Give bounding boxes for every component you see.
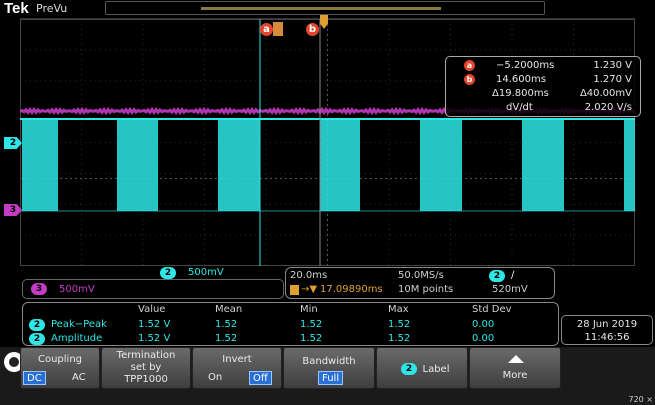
ch3-scale-badge[interactable]: 3 500mV <box>22 279 284 299</box>
cursor-a-badge: a <box>464 60 475 71</box>
row-name: Peak−Peak <box>51 319 107 330</box>
cursor-b-time: 14.600ms <box>496 74 546 85</box>
label-button[interactable]: 2 Label <box>376 347 468 389</box>
invert-label: Invert <box>222 354 252 365</box>
ch2-scale: 500mV <box>188 267 224 278</box>
date-text: 28 Jun 2019 <box>576 319 638 330</box>
row-max: 1.52 <box>388 319 411 330</box>
trigger-position-icon <box>273 22 283 36</box>
termination-button[interactable]: Termination set by TPP1000 <box>101 347 191 389</box>
invert-on-option[interactable]: On <box>205 371 225 385</box>
date-time-display[interactable]: 28 Jun 2019 11:46:56 <box>561 315 653 345</box>
invert-off-option[interactable]: Off <box>249 371 272 385</box>
delta-volt: Δ40.00mV <box>579 88 632 99</box>
delta-time: Δ19.800ms <box>492 88 549 99</box>
ch2-scale-badge[interactable]: 2 500mV <box>20 266 282 280</box>
chevron-up-icon <box>508 355 524 363</box>
sample-rate: 50.0MS/s <box>398 270 444 281</box>
record-view-bar[interactable] <box>105 1 545 15</box>
col-header-stddev: Std Dev <box>472 304 512 315</box>
row-value: 1.52 V <box>138 319 171 330</box>
coupling-ac-option[interactable]: AC <box>69 371 89 385</box>
row-ch-pill: 2 <box>29 319 45 331</box>
coupling-label: Coupling <box>37 354 83 365</box>
ch3-scale: 500mV <box>59 284 95 295</box>
cursor-b-volt: 1.270 V <box>593 74 632 85</box>
coupling-dc-option[interactable]: DC <box>23 371 46 385</box>
row-ch-pill: 2 <box>29 333 45 345</box>
invert-button[interactable]: Invert On Off <box>192 347 282 389</box>
row-min: 1.52 <box>300 319 323 330</box>
cursor-a-flag[interactable]: a <box>260 23 273 36</box>
row-max: 1.52 <box>388 333 411 344</box>
acquisition-mode: PreVu <box>36 2 68 15</box>
channel-info-bar: 2 500mV 3 500mV 20.0ms 50.0MS/s 2 ∕ →▼ 1… <box>0 266 655 302</box>
bandwidth-value[interactable]: Full <box>318 371 344 385</box>
col-header-max: Max <box>388 304 409 315</box>
bandwidth-label: Bandwidth <box>302 356 356 367</box>
time-text: 11:46:56 <box>584 332 630 343</box>
trigger-level: 520mV <box>492 284 528 295</box>
row-mean: 1.52 <box>215 333 238 344</box>
termination-line2: set by <box>130 362 162 373</box>
termination-line3: TPP1000 <box>124 374 168 385</box>
trigger-position-icon <box>290 285 299 295</box>
timebase-value: 20.0ms <box>290 270 328 281</box>
bandwidth-button[interactable]: Bandwidth Full <box>283 347 375 389</box>
row-value: 1.52 V <box>138 333 171 344</box>
more-button[interactable]: More <box>469 347 561 389</box>
trigger-arrow-icon: →▼ <box>301 284 318 295</box>
label-button-text: Label <box>422 364 450 375</box>
image-resolution: 720 × <box>628 395 653 404</box>
ch3-pill: 3 <box>31 283 47 295</box>
cursor-a-volt: 1.230 V <box>593 60 632 71</box>
trigger-slope-icon: ∕ <box>511 270 515 281</box>
row-name: Amplitude <box>51 333 103 344</box>
termination-line1: Termination <box>116 350 176 361</box>
row-std: 0.00 <box>472 333 495 344</box>
waveform-graticule[interactable]: a b a −5.2000ms 1.230 V b 14.600ms 1.270… <box>20 15 641 266</box>
cursor-a-time: −5.2000ms <box>496 60 555 71</box>
more-label: More <box>502 370 528 381</box>
record-length: 10M points <box>398 284 454 295</box>
cursor-b-flag[interactable]: b <box>306 23 319 36</box>
acquisition-badge[interactable]: 20.0ms 50.0MS/s 2 ∕ →▼ 17.09890ms 10M po… <box>285 267 555 299</box>
row-mean: 1.52 <box>215 319 238 330</box>
trigger-position: 17.09890ms <box>320 284 383 295</box>
trigger-source-pill: 2 <box>489 270 505 282</box>
col-header-mean: Mean <box>215 304 243 315</box>
row-std: 0.00 <box>472 319 495 330</box>
cursor-b-badge: b <box>464 74 475 85</box>
record-view-window <box>201 7 441 10</box>
col-header-min: Min <box>300 304 318 315</box>
brand-logo: Tek <box>4 0 29 17</box>
measurement-table[interactable]: Value Mean Min Max Std Dev 2 Peak−Peak 1… <box>22 302 559 346</box>
col-header-value: Value <box>138 304 166 315</box>
ch2-pill: 2 <box>160 267 176 279</box>
row-min: 1.52 <box>300 333 323 344</box>
cursor-readout-panel: a −5.2000ms 1.230 V b 14.600ms 1.270 V Δ… <box>445 56 641 117</box>
bottom-menu: Coupling DC AC Termination set by TPP100… <box>0 347 655 405</box>
coupling-button[interactable]: Coupling DC AC <box>20 347 100 389</box>
slope-value: 2.020 V/s <box>584 102 632 113</box>
